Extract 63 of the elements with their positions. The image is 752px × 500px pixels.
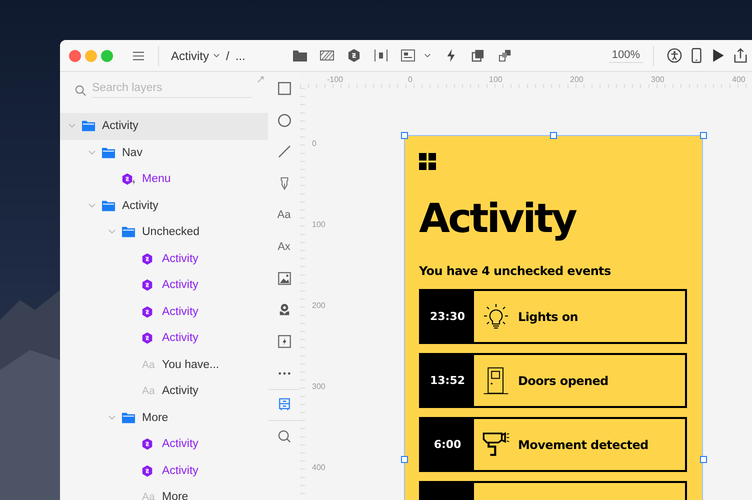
page-title: Activity (419, 196, 577, 242)
layer-name: Activity (122, 200, 158, 212)
breadcrumb-item[interactable]: / (224, 48, 232, 62)
layer-row[interactable]: Activity (60, 272, 268, 298)
breadcrumb-item[interactable]: ... (233, 48, 248, 62)
ruler-label: 0 (408, 75, 412, 84)
ruler-label: 100 (312, 220, 326, 229)
layer-row[interactable]: Unchecked (60, 219, 268, 246)
text-layer-icon: Aa (142, 491, 155, 500)
layer-name: Activity (162, 438, 198, 450)
layer-name: Activity (162, 252, 198, 265)
ruler-label: 300 (651, 75, 664, 84)
layer-row[interactable]: Aa More (60, 484, 268, 500)
event-label: Doors opened (518, 374, 608, 388)
layer-row[interactable]: Activity (60, 192, 268, 219)
artboard[interactable]: Activity You have 4 unchecked events 23:30 Lights on 13:52 Doors opened 6:00 Movement detected (404, 135, 703, 500)
ruler-label: 200 (570, 75, 584, 84)
ruler-label: 200 (312, 301, 326, 310)
layer-row[interactable]: More (60, 404, 268, 431)
layer-name: Activity (162, 385, 198, 398)
layer-row[interactable]: Aa Activity (60, 378, 268, 404)
ruler-label: 400 (732, 75, 746, 84)
event-card[interactable]: 6:00 Movement detected (419, 417, 687, 472)
layer-name: You have... (162, 358, 220, 371)
layer-name: Activity (162, 279, 198, 292)
layer-row[interactable]: Menu (60, 166, 268, 192)
text-layer-icon: Aa (142, 385, 155, 398)
breadcrumb-item[interactable]: Activity (169, 48, 212, 62)
subtitle: You have 4 unchecked events (419, 264, 612, 278)
layer-name: More (142, 412, 168, 424)
ruler-label: 400 (312, 463, 326, 472)
search-field[interactable]: Search layers (92, 82, 252, 98)
layer-name: Activity (162, 332, 198, 344)
layer-name: More (162, 491, 188, 500)
layer-row[interactable]: Activity (60, 458, 268, 484)
event-card[interactable]: 13:52 Doors opened (419, 353, 687, 408)
layer-name: Nav (122, 146, 142, 159)
layer-row[interactable]: Activity (60, 298, 268, 325)
event-time: 23:30 (421, 291, 474, 342)
text-tool[interactable]: Aa (268, 199, 300, 231)
layer-name: Activity (102, 120, 138, 132)
event-time: 13:52 (421, 355, 474, 406)
text-tool[interactable]: Ax (268, 230, 300, 263)
layer-row[interactable]: Activity (60, 246, 268, 272)
layer-row[interactable]: Aa You have... (60, 352, 268, 378)
layer-name: Activity (162, 464, 198, 477)
event-card[interactable]: 23:30 Lights on (419, 289, 687, 344)
layer-name: Activity (162, 306, 198, 318)
event-label: Movement detected (518, 438, 648, 452)
layer-row[interactable]: Activity (60, 325, 268, 352)
event-time: 6:00 (421, 419, 474, 470)
layer-row[interactable]: Activity (60, 431, 268, 458)
ruler-label: -100 (327, 75, 344, 84)
layer-row[interactable]: Nav (60, 140, 268, 166)
text-layer-icon: Aa (142, 358, 155, 371)
layer-name: Unchecked (142, 226, 200, 238)
event-label: Lights on (518, 310, 578, 324)
ruler-label: 100 (489, 75, 502, 84)
ruler-label: 300 (312, 382, 326, 391)
layer-name: Menu (142, 173, 171, 186)
layer-row[interactable]: Activity (60, 113, 268, 140)
ruler-label: 0 (312, 139, 316, 148)
zoom-field[interactable]: 100% (608, 48, 643, 62)
